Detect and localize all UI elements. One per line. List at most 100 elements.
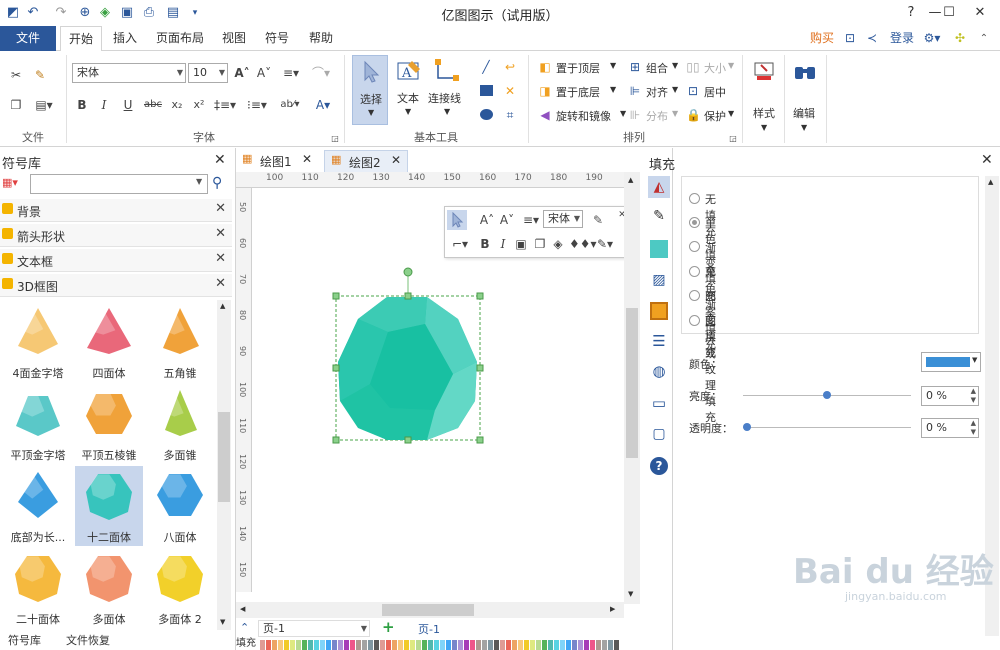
palette-swatch[interactable] (482, 640, 487, 650)
underline-icon[interactable]: U (122, 97, 134, 113)
palette-swatch[interactable] (524, 640, 529, 650)
radio-button[interactable] (689, 241, 700, 252)
globe-icon[interactable]: ◍ (650, 362, 668, 382)
palette-swatch[interactable] (344, 640, 349, 650)
image-panel-icon[interactable]: ▨ (650, 272, 668, 288)
radio-button[interactable] (689, 290, 700, 301)
close-icon[interactable]: ✕ (215, 201, 226, 216)
palette-swatch[interactable] (404, 640, 409, 650)
close-icon[interactable]: ✕ (215, 251, 226, 266)
palette-swatch[interactable] (422, 640, 427, 650)
palette-swatch[interactable] (506, 640, 511, 650)
library-item-background[interactable]: 背景 ✕ (0, 199, 232, 222)
resize-handle[interactable] (476, 364, 484, 372)
line-tool-icon[interactable]: ╱ (478, 59, 494, 75)
palette-swatch[interactable] (548, 640, 553, 650)
add-page-icon[interactable]: + (382, 618, 395, 636)
tab-help[interactable]: 帮助 (304, 26, 338, 51)
library-item-text-box[interactable]: 文本框 ✕ (0, 249, 232, 272)
page-select[interactable]: 页-1 ▼ (258, 620, 370, 637)
doc-tab-2[interactable]: ▦ 绘图2 ✕ (324, 150, 408, 172)
library-item-3d-block[interactable]: 3D框图 ✕ (0, 274, 232, 297)
line-style-icon[interactable]: ✎▾ (595, 236, 615, 252)
mini-font-select[interactable]: 宋体 ▼ (543, 210, 583, 228)
align-text-icon[interactable]: ≡▾ (280, 65, 302, 81)
scrollbar-thumb[interactable] (382, 604, 474, 616)
palette-swatch[interactable] (560, 640, 565, 650)
rotation-handle[interactable] (403, 267, 413, 277)
scroll-up-icon[interactable]: ▲ (988, 178, 993, 186)
fill-icon[interactable]: ◈ (551, 236, 565, 252)
account-icon[interactable]: ⊡ (842, 26, 858, 51)
doc-tab-1[interactable]: ▦ 绘图1 ✕ (240, 150, 318, 170)
rectangle-tool-icon[interactable] (480, 85, 493, 96)
palette-swatch[interactable] (476, 640, 481, 650)
palette-swatch[interactable] (260, 640, 265, 650)
line-panel-icon[interactable]: ✎ (649, 208, 669, 228)
line-spacing-icon[interactable]: ⌒▾ (310, 65, 332, 81)
palette-swatch[interactable] (278, 640, 283, 650)
fill-panel-icon[interactable]: ◭ (648, 176, 670, 198)
close-icon[interactable]: ✕ (391, 153, 401, 167)
paragraph-spacing-icon[interactable]: ‡≡▾ (214, 97, 236, 113)
format-painter-icon[interactable]: ✎ (591, 212, 605, 228)
close-icon[interactable]: ✕ (302, 152, 312, 166)
palette-swatch[interactable] (350, 640, 355, 650)
palette-swatch[interactable] (470, 640, 475, 650)
shrink-font-icon[interactable]: A˅ (256, 65, 272, 81)
transparency-input[interactable]: 0 % ▲ ▼ (921, 418, 979, 438)
palette-swatch[interactable] (512, 640, 517, 650)
cross-tool-icon[interactable]: ✕ (502, 83, 518, 99)
library-item-arrow-shapes[interactable]: 箭头形状 ✕ (0, 224, 232, 247)
close-icon[interactable]: ✕ (981, 152, 993, 168)
palette-swatch[interactable] (410, 640, 415, 650)
shape-item[interactable]: 平顶五棱锥 (75, 384, 143, 464)
palette-swatch[interactable] (416, 640, 421, 650)
strikethrough-icon[interactable]: abc (144, 97, 162, 113)
palette-swatch[interactable] (368, 640, 373, 650)
font-family-select[interactable]: 宋体 ▼ (72, 63, 186, 83)
shape-item[interactable]: 平顶金字塔 (4, 384, 72, 464)
shadow-panel-icon[interactable] (650, 240, 668, 258)
palette-swatch[interactable] (590, 640, 595, 650)
palette-swatch[interactable] (374, 640, 379, 650)
comment-icon[interactable]: ▢ (650, 426, 668, 446)
palette-swatch[interactable] (566, 640, 571, 650)
palette-swatch[interactable] (392, 640, 397, 650)
shape-item[interactable]: 底部为长... (4, 466, 72, 546)
arc-tool-icon[interactable]: ↩ (502, 59, 518, 75)
palette-swatch[interactable] (614, 640, 619, 650)
layer-panel-icon[interactable] (650, 302, 668, 320)
palette-swatch[interactable] (572, 640, 577, 650)
font-size-select[interactable]: 10 ▼ (188, 63, 228, 83)
palette-swatch[interactable] (338, 640, 343, 650)
shape-item[interactable]: 四面体 (75, 302, 143, 382)
palette-swatch[interactable] (398, 640, 403, 650)
page-panel-icon[interactable]: ☰ (650, 332, 668, 352)
palette-swatch[interactable] (464, 640, 469, 650)
superscript-icon[interactable]: x² (192, 97, 206, 113)
color-drop-icon[interactable]: ♦♦▾ (569, 236, 597, 252)
transparency-slider-thumb[interactable] (743, 423, 751, 431)
resize-handle[interactable] (476, 436, 484, 444)
palette-swatch[interactable] (434, 640, 439, 650)
paste-icon[interactable]: ▤▾ (32, 97, 56, 113)
palette-swatch[interactable] (314, 640, 319, 650)
tab-view[interactable]: 视图 (218, 26, 250, 51)
palette-swatch[interactable] (530, 640, 535, 650)
share-icon[interactable]: ≺ (864, 26, 880, 51)
resize-handle[interactable] (404, 436, 412, 444)
text-effects-icon[interactable]: ab⁄▾ (278, 97, 302, 113)
transparency-slider[interactable] (743, 427, 911, 428)
bold-icon[interactable]: B (479, 236, 491, 252)
settings-gear-icon[interactable]: ⚙▾ (920, 26, 944, 51)
palette-swatch[interactable] (494, 640, 499, 650)
pointer-icon[interactable] (447, 210, 467, 230)
format-painter-icon[interactable]: ✎ (32, 67, 48, 83)
style-button[interactable]: 样式 ▼ (750, 55, 780, 135)
palette-swatch[interactable] (596, 640, 601, 650)
dialog-launcher-icon[interactable]: ◲ (728, 131, 738, 147)
resize-handle[interactable] (332, 436, 340, 444)
document-panel-icon[interactable]: ▭ (650, 394, 668, 414)
italic-icon[interactable]: I (98, 97, 110, 113)
